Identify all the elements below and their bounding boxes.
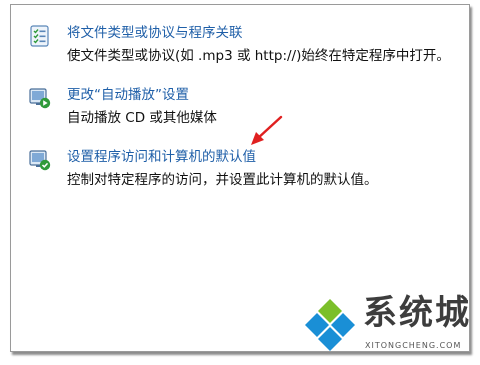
associate-file-types-link[interactable]: 将文件类型或协议与程序关联	[67, 25, 243, 42]
file-type-list-icon	[29, 25, 51, 47]
autoplay-icon	[29, 87, 51, 109]
red-arrow-annotation	[251, 115, 283, 145]
program-access-defaults-link[interactable]: 设置程序访问和计算机的默认值	[67, 149, 256, 166]
watermark: 系统城 XITONGCHENG.COM	[299, 291, 479, 357]
control-panel-frame: 将文件类型或协议与程序关联 使文件类型或协议(如 .mp3 或 http://)…	[10, 4, 470, 352]
program-access-defaults-description: 控制对特定程序的访问，并设置此计算机的默认值。	[67, 172, 378, 188]
associate-file-types-description: 使文件类型或协议(如 .mp3 或 http://)始终在特定程序中打开。	[67, 48, 450, 64]
default-programs-icon	[29, 149, 51, 171]
autoplay-settings-link[interactable]: 更改“自动播放”设置	[67, 87, 189, 104]
watermark-chinese-text: 系统城	[363, 293, 471, 333]
autoplay-settings-description: 自动播放 CD 或其他媒体	[67, 110, 217, 126]
watermark-logo-icon	[305, 299, 355, 351]
watermark-domain-text: XITONGCHENG.COM	[365, 341, 462, 350]
